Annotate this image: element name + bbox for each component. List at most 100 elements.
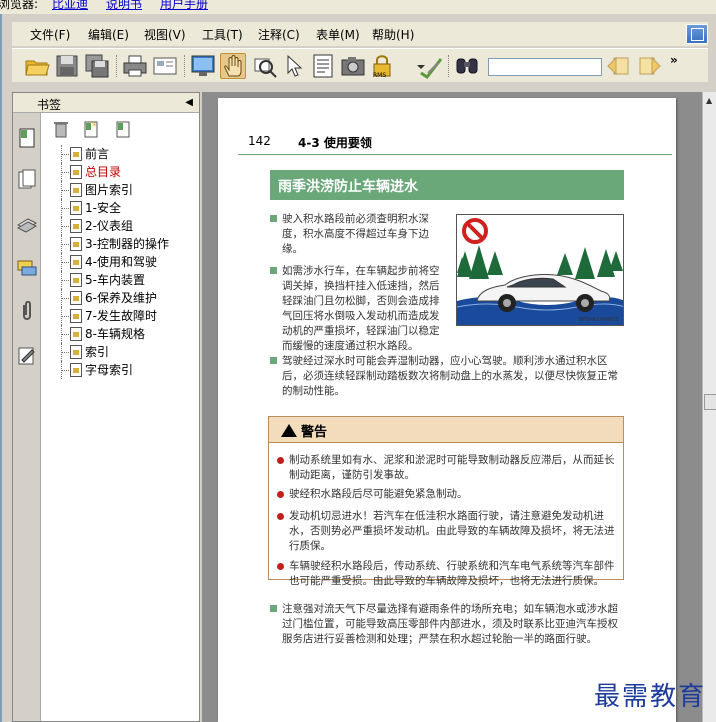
bookmark-item[interactable]: 6-保养及维护 <box>53 289 199 307</box>
zoom-tool-icon[interactable] <box>252 53 278 79</box>
bookmark-label: 1-安全 <box>85 201 121 215</box>
menu-view[interactable]: 视图(V) <box>144 26 186 43</box>
layers-tab-icon[interactable] <box>16 213 38 235</box>
car-flood-illustration: BYDHA2H04025 <box>456 214 624 326</box>
warning-title: 警告 <box>301 425 328 440</box>
menu-tools[interactable]: 工具(T) <box>202 26 243 43</box>
collapse-panel-icon[interactable]: ◀ <box>185 97 193 108</box>
fullscreen-icon[interactable] <box>190 53 216 79</box>
paragraph-footer: 注意强对流天气下尽量选择有避雨条件的场所充电；如车辆泡水或涉水超过门槛位置，可能… <box>270 602 626 647</box>
paragraph-text: 如需涉水行车，在车辆起步前将空调关掉，换挡杆挂入低速挡，然后轻踩油门且勿松脚，否… <box>282 265 440 352</box>
top-link-1[interactable]: 比亚迪 <box>52 0 88 12</box>
bookmark-label: 3-控制器的操作 <box>85 237 169 251</box>
bookmark-page-icon <box>70 183 82 197</box>
attachment-icon[interactable] <box>16 300 38 323</box>
bookmark-item[interactable]: 7-发生故障时 <box>53 307 199 325</box>
scroll-up-icon[interactable]: ▲ <box>706 96 712 105</box>
top-link-2[interactable]: 说明书 <box>106 0 142 12</box>
bookmark-page-icon <box>70 291 82 305</box>
expand-bookmark-icon[interactable] <box>113 119 133 139</box>
toolbar-separator <box>184 55 186 77</box>
warning-text: 驶经积水路段后尽可能避免紧急制动。 <box>289 488 468 500</box>
bookmark-page-icon <box>70 201 82 215</box>
bookmark-item[interactable]: 前言 <box>53 145 199 163</box>
warning-bullet <box>277 563 284 570</box>
warning-bullet <box>277 491 284 498</box>
bookmark-item[interactable]: 图片索引 <box>53 181 199 199</box>
bookmark-page-icon <box>70 273 82 287</box>
save-all-icon[interactable] <box>84 53 110 79</box>
select-arrow-icon[interactable] <box>280 53 306 79</box>
top-strip-text: 浏览器: <box>0 0 39 11</box>
comments-tab-icon[interactable] <box>16 257 38 279</box>
pages-tab-icon[interactable] <box>16 169 38 191</box>
top-link-3[interactable]: 用户手册 <box>160 0 208 12</box>
header-divider <box>238 154 672 155</box>
new-bookmark-icon[interactable]: * <box>81 119 101 139</box>
bookmark-item[interactable]: 2-仪表组 <box>53 217 199 235</box>
menu-edit[interactable]: 编辑(E) <box>88 26 129 43</box>
bookmark-item[interactable]: 1-安全 <box>53 199 199 217</box>
bookmark-item[interactable]: 索引 <box>53 343 199 361</box>
paragraph-text: 驾驶经过深水时可能会弄湿制动器，应小心驾驶。顺利涉水通过积水区后，必须连续轻踩制… <box>282 355 618 397</box>
bookmark-item[interactable]: 4-使用和驾驶 <box>53 253 199 271</box>
hand-tool-icon[interactable] <box>220 53 246 79</box>
bookmark-page-icon <box>70 219 82 233</box>
bullet-square <box>270 605 277 612</box>
bookmark-panel: 书签 ◀ * 前言 总目录 图片索引 1-安全 2-仪表组 3-控制器的操作 4… <box>12 92 200 722</box>
warning-item: 发动机切忌进水！若汽车在低洼积水路面行驶，请注意避免发动机进水，否则势必严重损坏… <box>277 509 619 554</box>
bookmark-item[interactable]: 字母索引 <box>53 361 199 379</box>
bookmark-title: 书签 <box>37 98 62 112</box>
bookmark-page-icon <box>70 255 82 269</box>
warning-item: 驶经积水路段后尽可能避免紧急制动。 <box>277 487 619 502</box>
find-input[interactable] <box>488 58 602 76</box>
restore-window-icon[interactable] <box>686 24 708 44</box>
find-prev-icon[interactable] <box>606 53 632 79</box>
find-next-icon[interactable] <box>636 53 662 79</box>
print-icon[interactable] <box>122 53 148 79</box>
bookmarks-tab-icon[interactable] <box>16 127 38 149</box>
bookmark-page-icon <box>70 147 82 161</box>
menu-comment[interactable]: 注释(C) <box>258 26 300 43</box>
toolbar-separator <box>448 55 450 77</box>
sign-icon[interactable] <box>418 53 444 80</box>
document-area: 142 4-3 使用要领 雨季洪涝防止车辆进水 驶入积水路段前必须查明积水深度，… <box>202 92 716 722</box>
bullet-square <box>270 215 277 222</box>
warning-header: 警告 <box>269 417 623 443</box>
bookmark-label: 7-发生故障时 <box>85 309 157 323</box>
warning-bullet <box>277 513 284 520</box>
bookmark-item[interactable]: 5-车内装置 <box>53 271 199 289</box>
email-icon[interactable] <box>152 53 178 79</box>
snapshot-icon[interactable] <box>340 53 366 79</box>
bullet-square <box>270 357 277 364</box>
paragraph-text: 驶入积水路段前必须查明积水深度，积水高度不得超过车身下边缘。 <box>282 213 429 255</box>
bookmark-label: 图片索引 <box>85 183 134 197</box>
paragraph-1: 驶入积水路段前必须查明积水深度，积水高度不得超过车身下边缘。 <box>270 212 446 257</box>
open-folder-icon[interactable] <box>24 53 50 79</box>
menu-help[interactable]: 帮助(H) <box>372 26 414 43</box>
find-icon[interactable] <box>454 53 480 79</box>
bookmark-item[interactable]: 总目录 <box>53 163 199 181</box>
menu-form[interactable]: 表单(M) <box>316 26 360 43</box>
warning-triangle-icon <box>281 424 297 437</box>
bookmark-item[interactable]: 3-控制器的操作 <box>53 235 199 253</box>
heading-banner: 雨季洪涝防止车辆进水 <box>270 170 624 200</box>
toolbar-overflow[interactable]: » <box>670 53 678 67</box>
bookmark-item[interactable]: 8-车辆规格 <box>53 325 199 343</box>
rms-lock-icon[interactable]: RMS <box>370 53 396 79</box>
signatures-tab-icon[interactable] <box>16 345 38 367</box>
paragraph-text: 注意强对流天气下尽量选择有避雨条件的场所充电；如车辆泡水或涉水超过门槛位置，可能… <box>282 603 618 645</box>
text-select-icon[interactable] <box>310 53 336 79</box>
delete-icon[interactable] <box>51 119 71 139</box>
bookmark-tree: 前言 总目录图片索引 1-安全 2-仪表组 3-控制器的操作 4-使用和驾驶 5-车内装置 6… <box>53 145 199 379</box>
rms-label: RMS <box>373 72 386 79</box>
menu-file[interactable]: 文件(F) <box>30 26 70 43</box>
warning-bullet <box>277 457 284 464</box>
bookmark-page-icon <box>70 363 82 377</box>
bookmark-label: 8-车辆规格 <box>85 327 145 341</box>
save-icon[interactable] <box>54 53 80 79</box>
scroll-thumb[interactable] <box>704 394 716 410</box>
warning-item: 车辆驶经积水路段后，传动系统、行驶系统和汽车电气系统等汽车部件也可能严重受损。由… <box>277 559 619 589</box>
page-number: 142 <box>248 134 271 148</box>
vertical-scrollbar[interactable]: ▲ <box>702 92 716 722</box>
